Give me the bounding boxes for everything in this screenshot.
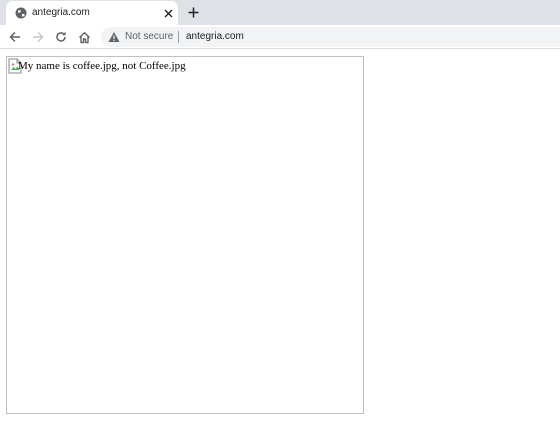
tab-title: antegria.com (32, 7, 90, 18)
arrow-left-icon[interactable] (7, 29, 23, 45)
home-icon[interactable] (76, 29, 92, 45)
address-bar[interactable]: Not secure antegria.com (101, 27, 560, 47)
close-icon[interactable] (161, 6, 175, 20)
page-viewport: My name is coffee.jpg, not Coffee.jpg (0, 49, 560, 433)
tab-strip: antegria.com (0, 0, 560, 25)
tab-active[interactable]: antegria.com (6, 1, 178, 25)
reload-icon[interactable] (53, 29, 69, 45)
browser-toolbar: Not secure antegria.com (0, 25, 560, 49)
arrow-right-icon[interactable] (30, 29, 46, 45)
omnibox-divider (178, 31, 179, 43)
security-status-label[interactable]: Not secure (125, 30, 173, 44)
globe-icon (15, 7, 27, 19)
url-text[interactable]: antegria.com (186, 30, 244, 44)
image-alt-text: My name is coffee.jpg, not Coffee.jpg (18, 60, 186, 72)
warning-icon[interactable] (108, 31, 120, 43)
broken-image: My name is coffee.jpg, not Coffee.jpg (6, 56, 364, 414)
plus-icon[interactable] (185, 4, 201, 20)
